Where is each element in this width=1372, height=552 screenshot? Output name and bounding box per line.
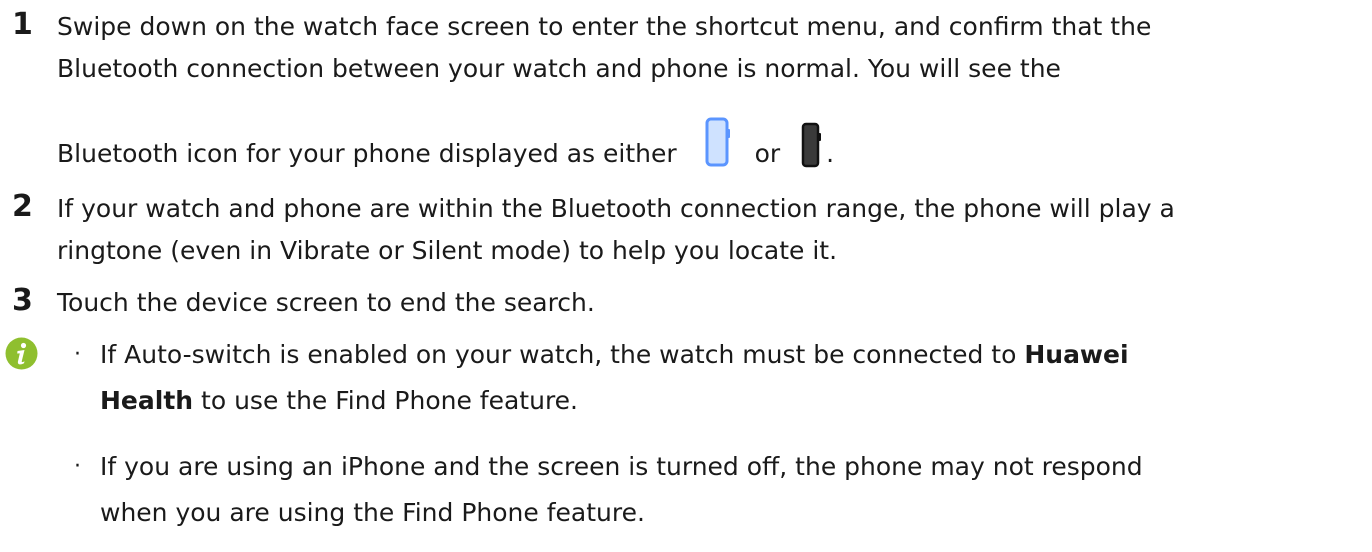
- step-3-line-1: Touch the device screen to end the searc…: [57, 288, 595, 317]
- step-1-or: or: [754, 139, 781, 168]
- step-2-line-1: If your watch and phone are within the B…: [57, 194, 1175, 223]
- step-text: Swipe down on the watch face screen to e…: [57, 6, 1368, 181]
- note-1-line-1: If Auto-switch is enabled on your watch,…: [100, 334, 1368, 376]
- bullet: ·: [74, 454, 81, 479]
- step-number: 1: [12, 7, 33, 42]
- note-1-line-2: Health to use the Find Phone feature.: [100, 380, 1368, 422]
- step-1-line-1: Swipe down on the watch face screen to e…: [57, 12, 1152, 41]
- note-2-line-2: when you are using the Find Phone featur…: [100, 498, 645, 527]
- step-1-line-3-prefix: Bluetooth icon for your phone displayed …: [57, 139, 677, 168]
- step-number: 3: [12, 283, 33, 318]
- note-text: If Auto-switch is enabled on your watch,…: [100, 334, 1368, 422]
- note-1-suffix: to use the Find Phone feature.: [201, 386, 579, 415]
- step-1-line-3: Bluetooth icon for your phone displayed …: [57, 116, 1368, 181]
- step-text: If your watch and phone are within the B…: [57, 188, 1368, 272]
- note-1-prefix: If Auto-switch is enabled on your watch,…: [100, 340, 1017, 369]
- step-2-line-2: ringtone (even in Vibrate or Silent mode…: [57, 236, 838, 265]
- note-2-line-1: If you are using an iPhone and the scree…: [100, 452, 1143, 481]
- note-1-bold-huawei: Huawei: [1024, 340, 1129, 369]
- step-1-line-2: Bluetooth connection between your watch …: [57, 54, 1061, 83]
- phone-black-icon: [800, 122, 822, 181]
- note-1-bold-health: Health: [100, 386, 194, 415]
- bullet: ·: [74, 342, 81, 367]
- step-number: 2: [12, 189, 33, 224]
- info-icon: [5, 337, 38, 370]
- note-text: If you are using an iPhone and the scree…: [100, 446, 1368, 534]
- phone-blue-icon: [703, 116, 731, 181]
- step-text: Touch the device screen to end the searc…: [57, 282, 1368, 324]
- step-1-period: .: [826, 139, 835, 168]
